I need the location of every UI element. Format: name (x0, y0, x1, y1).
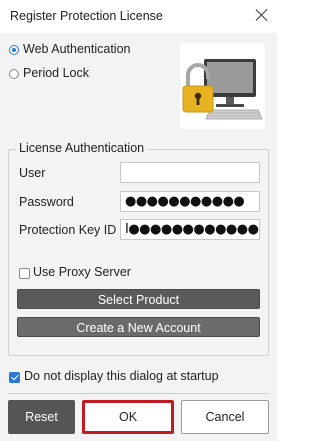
window-title: Register Protection License (10, 9, 163, 23)
select-product-button[interactable]: Select Product (17, 289, 260, 309)
protection-key-id-label: Protection Key ID (19, 223, 117, 237)
use-proxy-label[interactable]: Use Proxy Server (33, 265, 131, 279)
password-input[interactable]: ●●●●●●●●●●● (120, 191, 260, 212)
use-proxy-checkbox[interactable] (19, 268, 30, 279)
close-icon[interactable] (253, 6, 271, 24)
computer-lock-icon (182, 59, 263, 120)
password-label: Password (19, 195, 74, 209)
protection-key-id-input[interactable]: I●●●●●●●●●●●● (120, 219, 260, 240)
license-illustration (180, 43, 265, 129)
ok-button[interactable]: OK (82, 400, 174, 434)
create-new-account-button[interactable]: Create a New Account (17, 317, 260, 337)
do-not-display-checkbox[interactable] (9, 372, 20, 383)
license-authentication-legend: License Authentication (16, 141, 148, 155)
radio-label-web-authentication[interactable]: Web Authentication (23, 42, 130, 56)
cancel-button[interactable]: Cancel (181, 400, 269, 434)
radio-web-authentication[interactable] (9, 45, 19, 55)
radio-period-lock[interactable] (9, 69, 19, 79)
user-label: User (19, 166, 46, 180)
reset-button[interactable]: Reset (8, 400, 75, 434)
radio-label-period-lock[interactable]: Period Lock (23, 66, 89, 80)
footer-divider (8, 393, 269, 394)
do-not-display-label[interactable]: Do not display this dialog at startup (24, 369, 219, 383)
user-input[interactable] (120, 162, 260, 183)
